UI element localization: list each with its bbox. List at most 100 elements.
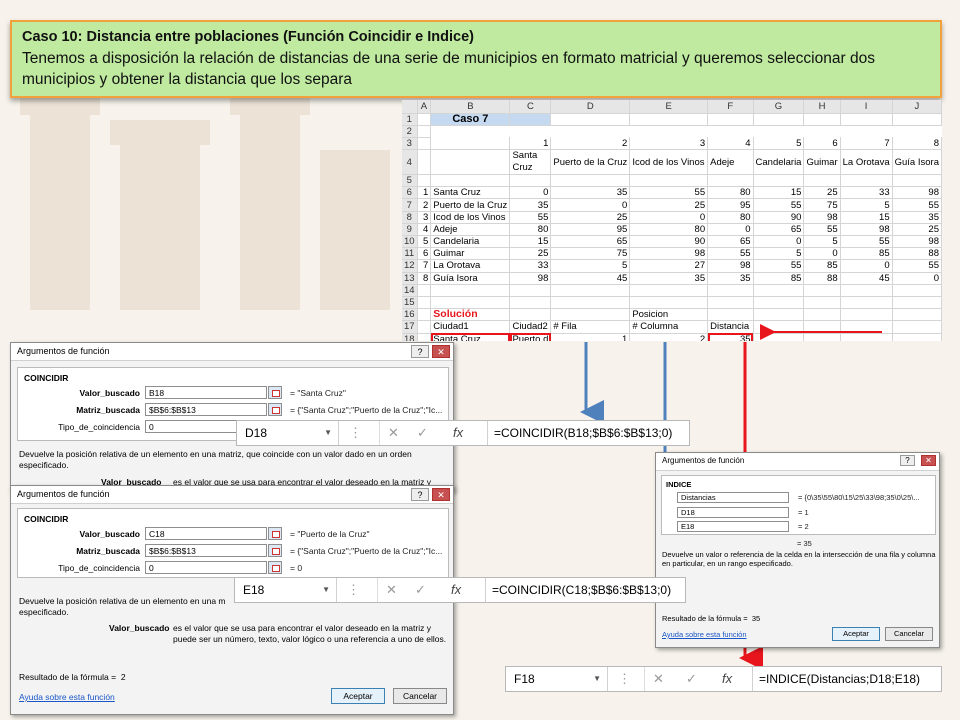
res-total-text: 35 (803, 539, 812, 548)
res-1-text: {0\35\55\80\15\25\33\98;35\0\25\... (804, 493, 920, 502)
label-matriz-buscada: Matriz_buscada (76, 405, 140, 415)
dialog-title: Argumentos de función (17, 489, 110, 499)
help-icon[interactable]: ? (411, 345, 429, 358)
dialog-titlebar: Argumentos de función ? ✕ (11, 343, 453, 361)
cancel-button[interactable]: Cancelar (885, 627, 933, 641)
cancel-icon[interactable]: ✕ (377, 578, 397, 602)
enter-icon[interactable]: ✓ (415, 578, 426, 602)
more-icon: ⋮ (347, 582, 360, 597)
result-label: Resultado de la fórmula = (662, 614, 748, 623)
help-link[interactable]: Ayuda sobre esta función (19, 692, 115, 702)
label-tipo-coincidencia: Tipo_de_coincidencia (58, 422, 140, 432)
name-box[interactable]: F18 ▼ (506, 667, 608, 691)
arg-description-2: puede ser un número, texto, valor lógico… (173, 634, 447, 644)
range-select-icon[interactable] (268, 386, 282, 399)
result-value: 35 (751, 614, 761, 623)
result-value: 2 (120, 672, 126, 682)
res-matriz-text: {"Santa Cruz";"Puerto de la Cruz";"Ic... (297, 546, 443, 556)
formula-bar-d18: D18 ▼ ⋮ ✕ ✓ fx =COINCIDIR(B18;$B$6:$B$13;… (236, 420, 690, 446)
arg-description: es el valor que se usa para encontrar el… (173, 623, 431, 633)
function-name: INDICE (666, 480, 692, 489)
res-tipo-text: 0 (297, 563, 303, 573)
label-valor-buscado: Valor_buscado (79, 388, 140, 398)
result-label: Resultado de la fórmula = (19, 672, 117, 682)
function-description: Devuelve la posición relativa de un elem… (19, 596, 226, 606)
matriz-buscada-input[interactable]: $B$6:$B$13 (145, 403, 267, 416)
name-box[interactable]: E18 ▼ (235, 578, 337, 602)
formula-bar-e18: E18 ▼ ⋮ ✕ ✓ fx =COINCIDIR(C18;$B$6:$B$13;… (234, 577, 686, 603)
cell-reference: F18 (514, 672, 535, 686)
range-select-icon[interactable] (268, 527, 282, 540)
help-icon[interactable]: ? (411, 488, 429, 501)
function-description: Devuelve la posición relativa de un elem… (19, 449, 412, 470)
args-group: INDICE Distancias = {0\35\55\80\15\25\33… (661, 475, 936, 535)
res-2: = 1 (798, 508, 809, 517)
formula-text[interactable]: =COINCIDIR(C18;$B$6:$B$13;0) (485, 578, 671, 602)
cancel-icon[interactable]: ✕ (644, 667, 664, 691)
range-select-icon[interactable] (268, 403, 282, 416)
res-valor: = "Puerto de la Cruz" (290, 529, 370, 539)
label-valor-buscado: Valor_buscado (79, 529, 140, 539)
desc-line-2: en particular, en un rango especificado. (662, 559, 793, 568)
label-matriz-buscada: Matriz_buscada (76, 546, 140, 556)
cell-reference: D18 (245, 426, 268, 440)
close-icon[interactable]: ✕ (432, 488, 450, 501)
formula-bar-f18: F18 ▼ ⋮ ✕ ✓ fx =INDICE(Distancias;D18;E18… (505, 666, 942, 692)
chevron-down-icon[interactable]: ▼ (324, 421, 332, 445)
num-columna-input[interactable]: E18 (677, 521, 789, 532)
name-box[interactable]: D18 ▼ (237, 421, 339, 445)
chevron-down-icon[interactable]: ▼ (322, 578, 330, 602)
range-select-icon[interactable] (268, 544, 282, 557)
dialog-title: Argumentos de función (17, 346, 110, 356)
res-valor-text: "Santa Cruz" (297, 388, 346, 398)
formula-result: Resultado de la fórmula = 35 (662, 613, 760, 624)
res-3-text: 2 (804, 522, 809, 531)
res-tipo: = 0 (290, 563, 303, 573)
close-icon[interactable]: ✕ (921, 455, 936, 466)
cell-reference: E18 (243, 583, 265, 597)
arg-desc-label: Valor_buscado (109, 623, 170, 633)
res-matriz: = {"Santa Cruz";"Puerto de la Cruz";"Ic.… (290, 546, 443, 556)
res-2-text: 1 (804, 508, 809, 517)
more-icon: ⋮ (618, 671, 631, 686)
close-icon[interactable]: ✕ (432, 345, 450, 358)
matriz-buscada-input[interactable]: $B$6:$B$13 (145, 544, 267, 557)
enter-icon[interactable]: ✓ (417, 421, 428, 445)
res-3: = 2 (798, 522, 809, 531)
help-link[interactable]: Ayuda sobre esta función (662, 630, 747, 639)
formula-text[interactable]: =INDICE(Distancias;D18;E18) (752, 667, 920, 691)
function-icon[interactable]: fx (451, 578, 461, 602)
formula-result: Resultado de la fórmula = 2 (19, 672, 126, 683)
function-name: COINCIDIR (24, 373, 69, 383)
res-1: = {0\35\55\80\15\25\33\98;35\0\25\... (798, 493, 920, 502)
help-icon[interactable]: ? (900, 455, 915, 466)
num-fila-input[interactable]: D18 (677, 507, 789, 518)
res-valor-text: "Puerto de la Cruz" (297, 529, 370, 539)
desc-line-1: Devuelve un valor o referencia de la cel… (662, 550, 936, 559)
matriz-input[interactable]: Distancias (677, 492, 789, 503)
function-name: COINCIDIR (24, 514, 69, 524)
function-description-2: especificado. (19, 607, 69, 617)
range-select-icon[interactable] (268, 561, 282, 574)
valor-buscado-input[interactable]: B18 (145, 386, 267, 399)
res-matriz: = {"Santa Cruz";"Puerto de la Cruz";"Ic.… (290, 405, 443, 415)
function-icon[interactable]: fx (453, 421, 463, 445)
more-icon: ⋮ (349, 425, 362, 440)
valor-buscado-input[interactable]: C18 (145, 527, 267, 540)
ok-button[interactable]: Aceptar (832, 627, 880, 641)
res-matriz-text: {"Santa Cruz";"Puerto de la Cruz";"Ic... (297, 405, 443, 415)
ok-button[interactable]: Aceptar (331, 688, 385, 704)
dialog-coincidir-1: Argumentos de función ? ✕ COINCIDIR Valo… (10, 342, 454, 492)
tipo-coincidencia-input[interactable]: 0 (145, 561, 267, 574)
cancel-button[interactable]: Cancelar (393, 688, 447, 704)
args-group: COINCIDIR Valor_buscado C18 = "Puerto de… (17, 508, 449, 578)
dialog-indice: Argumentos de función ? ✕ INDICE Distanc… (655, 452, 940, 648)
enter-icon[interactable]: ✓ (686, 667, 697, 691)
dialog-titlebar: Argumentos de función ? ✕ (11, 486, 453, 504)
cancel-icon[interactable]: ✕ (379, 421, 399, 445)
dialog-titlebar: Argumentos de función ? ✕ (656, 453, 939, 471)
chevron-down-icon[interactable]: ▼ (593, 667, 601, 691)
function-icon[interactable]: fx (722, 667, 732, 691)
res-valor: = "Santa Cruz" (290, 388, 346, 398)
formula-text[interactable]: =COINCIDIR(B18;$B$6:$B$13;0) (487, 421, 672, 445)
